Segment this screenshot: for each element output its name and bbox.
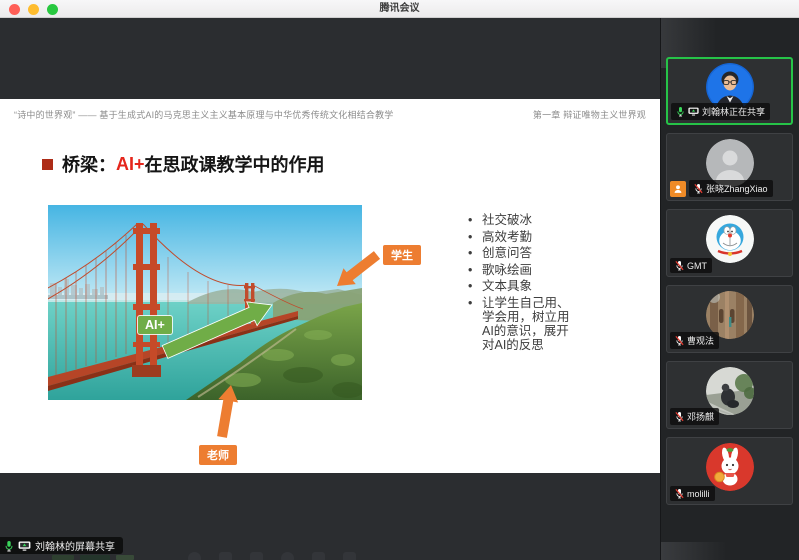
participant-tile-liuhanlin[interactable]: 刘翰林正在共享 xyxy=(666,57,793,125)
participant-tile-caoguanfa[interactable]: 曹观法 xyxy=(666,285,793,353)
participants-sidebar: 刘翰林正在共享 xyxy=(661,18,799,560)
participant-name: molilli xyxy=(687,489,710,499)
callout-ai: AI+ xyxy=(138,316,172,334)
callout-teacher: 老师 xyxy=(199,445,237,465)
zoom-window-button[interactable] xyxy=(47,4,58,15)
rabbit-cartoon-avatar xyxy=(706,443,754,491)
cutoff-preview-strip xyxy=(52,555,134,560)
screen-share-status-badge[interactable]: 刘翰林的屏幕共享 xyxy=(0,537,123,554)
bullet-item: 让学生自己用、学会用，树立用AI的意识，展开对AI的反思 xyxy=(466,296,570,352)
bullet-item: 歌咏绘画 xyxy=(466,263,570,277)
participant-name-badge: molilli xyxy=(670,486,715,501)
screen-share-status-label: 刘翰林的屏幕共享 xyxy=(35,538,115,553)
participant-tile-gmt[interactable]: GMT xyxy=(666,209,793,277)
participant-tile-dengyangqi[interactable]: 邓扬麒 xyxy=(666,361,793,429)
mic-muted-icon xyxy=(694,183,703,194)
sidebar-gradient-bottom xyxy=(661,542,727,560)
mic-on-icon xyxy=(4,540,14,552)
participant-name: GMT xyxy=(687,261,707,271)
window-title: 腾讯会议 xyxy=(0,0,799,17)
participant-name: 曹观法 xyxy=(687,334,714,347)
tencent-meeting-window: 腾讯会议 “诗中的世界观” —— 基于生成式AI的马克思主义主义基本原理与中华优… xyxy=(0,0,799,560)
doraemon-cartoon-avatar xyxy=(706,215,754,263)
slide-title-prefix: 桥梁： xyxy=(62,151,116,177)
participant-name-badge: 邓扬麒 xyxy=(670,408,719,425)
title-bullet-square-icon xyxy=(42,159,53,170)
window-titlebar: 腾讯会议 xyxy=(0,0,799,18)
traffic-lights xyxy=(9,4,58,15)
mic-muted-icon xyxy=(675,411,684,422)
minimize-window-button[interactable] xyxy=(28,4,39,15)
callout-student: 学生 xyxy=(383,245,421,265)
participant-name: 邓扬麒 xyxy=(687,410,714,423)
close-window-button[interactable] xyxy=(9,4,20,15)
mic-muted-icon xyxy=(675,335,684,346)
avatar xyxy=(706,443,754,491)
bullet-list: 社交破冰 高效考勤 创意问答 歌咏绘画 文本具象 让学生自己用、学会用，树立用A… xyxy=(466,213,646,354)
slide-title-highlight: AI+ xyxy=(116,154,145,175)
bullet-item: 文本具象 xyxy=(466,279,570,293)
bullet-item: 社交破冰 xyxy=(466,213,570,227)
slide-header-right: 第一章 辩证唯物主义世界观 xyxy=(533,108,646,121)
mic-muted-icon xyxy=(675,260,684,271)
person-icon xyxy=(673,184,683,194)
golden-gate-bridge-photo xyxy=(48,205,362,400)
bullet-item: 高效考勤 xyxy=(466,230,570,244)
avatar xyxy=(706,215,754,263)
slide-title-suffix: 在思政课教学中的作用 xyxy=(145,151,325,177)
screen-share-icon xyxy=(18,541,31,551)
slide-header-left: “诗中的世界观” —— 基于生成式AI的马克思主义主义基本原理与中华优秀传统文化… xyxy=(14,108,394,121)
participant-tile-zhangxiao[interactable]: 张晓ZhangXiao xyxy=(666,133,793,201)
participant-tile-molilli[interactable]: molilli xyxy=(666,437,793,505)
participant-name: 刘翰林正在共享 xyxy=(702,105,765,118)
participant-name-badge: GMT xyxy=(670,258,712,273)
host-role-badge xyxy=(670,181,686,197)
participant-name-badge: 曹观法 xyxy=(670,332,719,349)
slide-title: 桥梁： AI+ 在思政课教学中的作用 xyxy=(42,151,325,177)
presentation-slide: “诗中的世界观” —— 基于生成式AI的马克思主义主义基本原理与中华优秀传统文化… xyxy=(0,99,660,473)
shared-screen-area: “诗中的世界观” —— 基于生成式AI的马克思主义主义基本原理与中华优秀传统文化… xyxy=(0,18,661,560)
bullet-item: 创意问答 xyxy=(466,246,570,260)
screen-share-icon xyxy=(688,107,699,116)
mic-on-icon xyxy=(676,106,685,117)
participant-name-badge: 张晓ZhangXiao xyxy=(689,180,773,197)
slide-header: “诗中的世界观” —— 基于生成式AI的马克思主义主义基本原理与中华优秀传统文化… xyxy=(14,108,646,121)
bottom-toolbar-icons xyxy=(188,552,356,560)
participant-name: 张晓ZhangXiao xyxy=(706,182,768,195)
mic-muted-icon xyxy=(675,488,684,499)
participant-name-badge: 刘翰林正在共享 xyxy=(671,103,770,120)
